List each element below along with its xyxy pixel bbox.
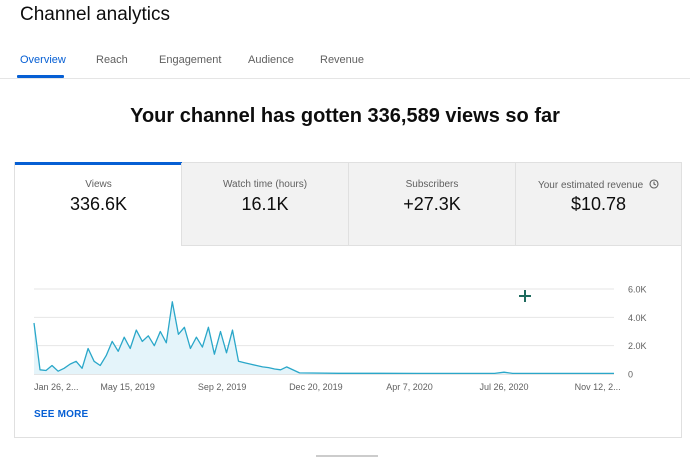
analytics-tabs: Overview Reach Engagement Audience Reven… bbox=[0, 44, 690, 79]
crosshair-icon bbox=[519, 290, 531, 302]
x-tick-label: Sep 2, 2019 bbox=[198, 382, 247, 392]
x-tick-label: Jan 26, 2... bbox=[34, 382, 79, 392]
tab-reach[interactable]: Reach bbox=[96, 54, 128, 66]
x-tick-label: Apr 7, 2020 bbox=[386, 382, 433, 392]
x-tick-label: May 15, 2019 bbox=[100, 382, 155, 392]
y-tick-label: 4.0K bbox=[628, 313, 647, 323]
views-headline: Your channel has gotten 336,589 views so… bbox=[130, 105, 560, 127]
tab-revenue[interactable]: Revenue bbox=[320, 54, 364, 66]
tab-engagement[interactable]: Engagement bbox=[159, 54, 221, 66]
active-tab-indicator bbox=[17, 75, 64, 78]
series-area bbox=[34, 301, 614, 374]
page-title: Channel analytics bbox=[20, 4, 170, 25]
y-tick-label: 6.0K bbox=[628, 285, 647, 295]
x-tick-label: Jul 26, 2020 bbox=[479, 382, 528, 392]
tab-audience[interactable]: Audience bbox=[248, 54, 294, 66]
y-tick-label: 0 bbox=[628, 370, 633, 380]
metrics-card: Views 336.6K Watch time (hours) 16.1K Su… bbox=[14, 162, 682, 438]
x-tick-label: Dec 20, 2019 bbox=[289, 382, 343, 392]
see-more-link[interactable]: SEE MORE bbox=[34, 409, 88, 420]
y-tick-label: 2.0K bbox=[628, 341, 647, 351]
tab-overview[interactable]: Overview bbox=[20, 54, 66, 66]
views-chart[interactable]: 0 2.0K 4.0K 6.0K Jan 26, 2... May 15, 2019 Sep… bbox=[15, 163, 681, 437]
x-tick-label: Nov 12, 2... bbox=[575, 382, 621, 392]
